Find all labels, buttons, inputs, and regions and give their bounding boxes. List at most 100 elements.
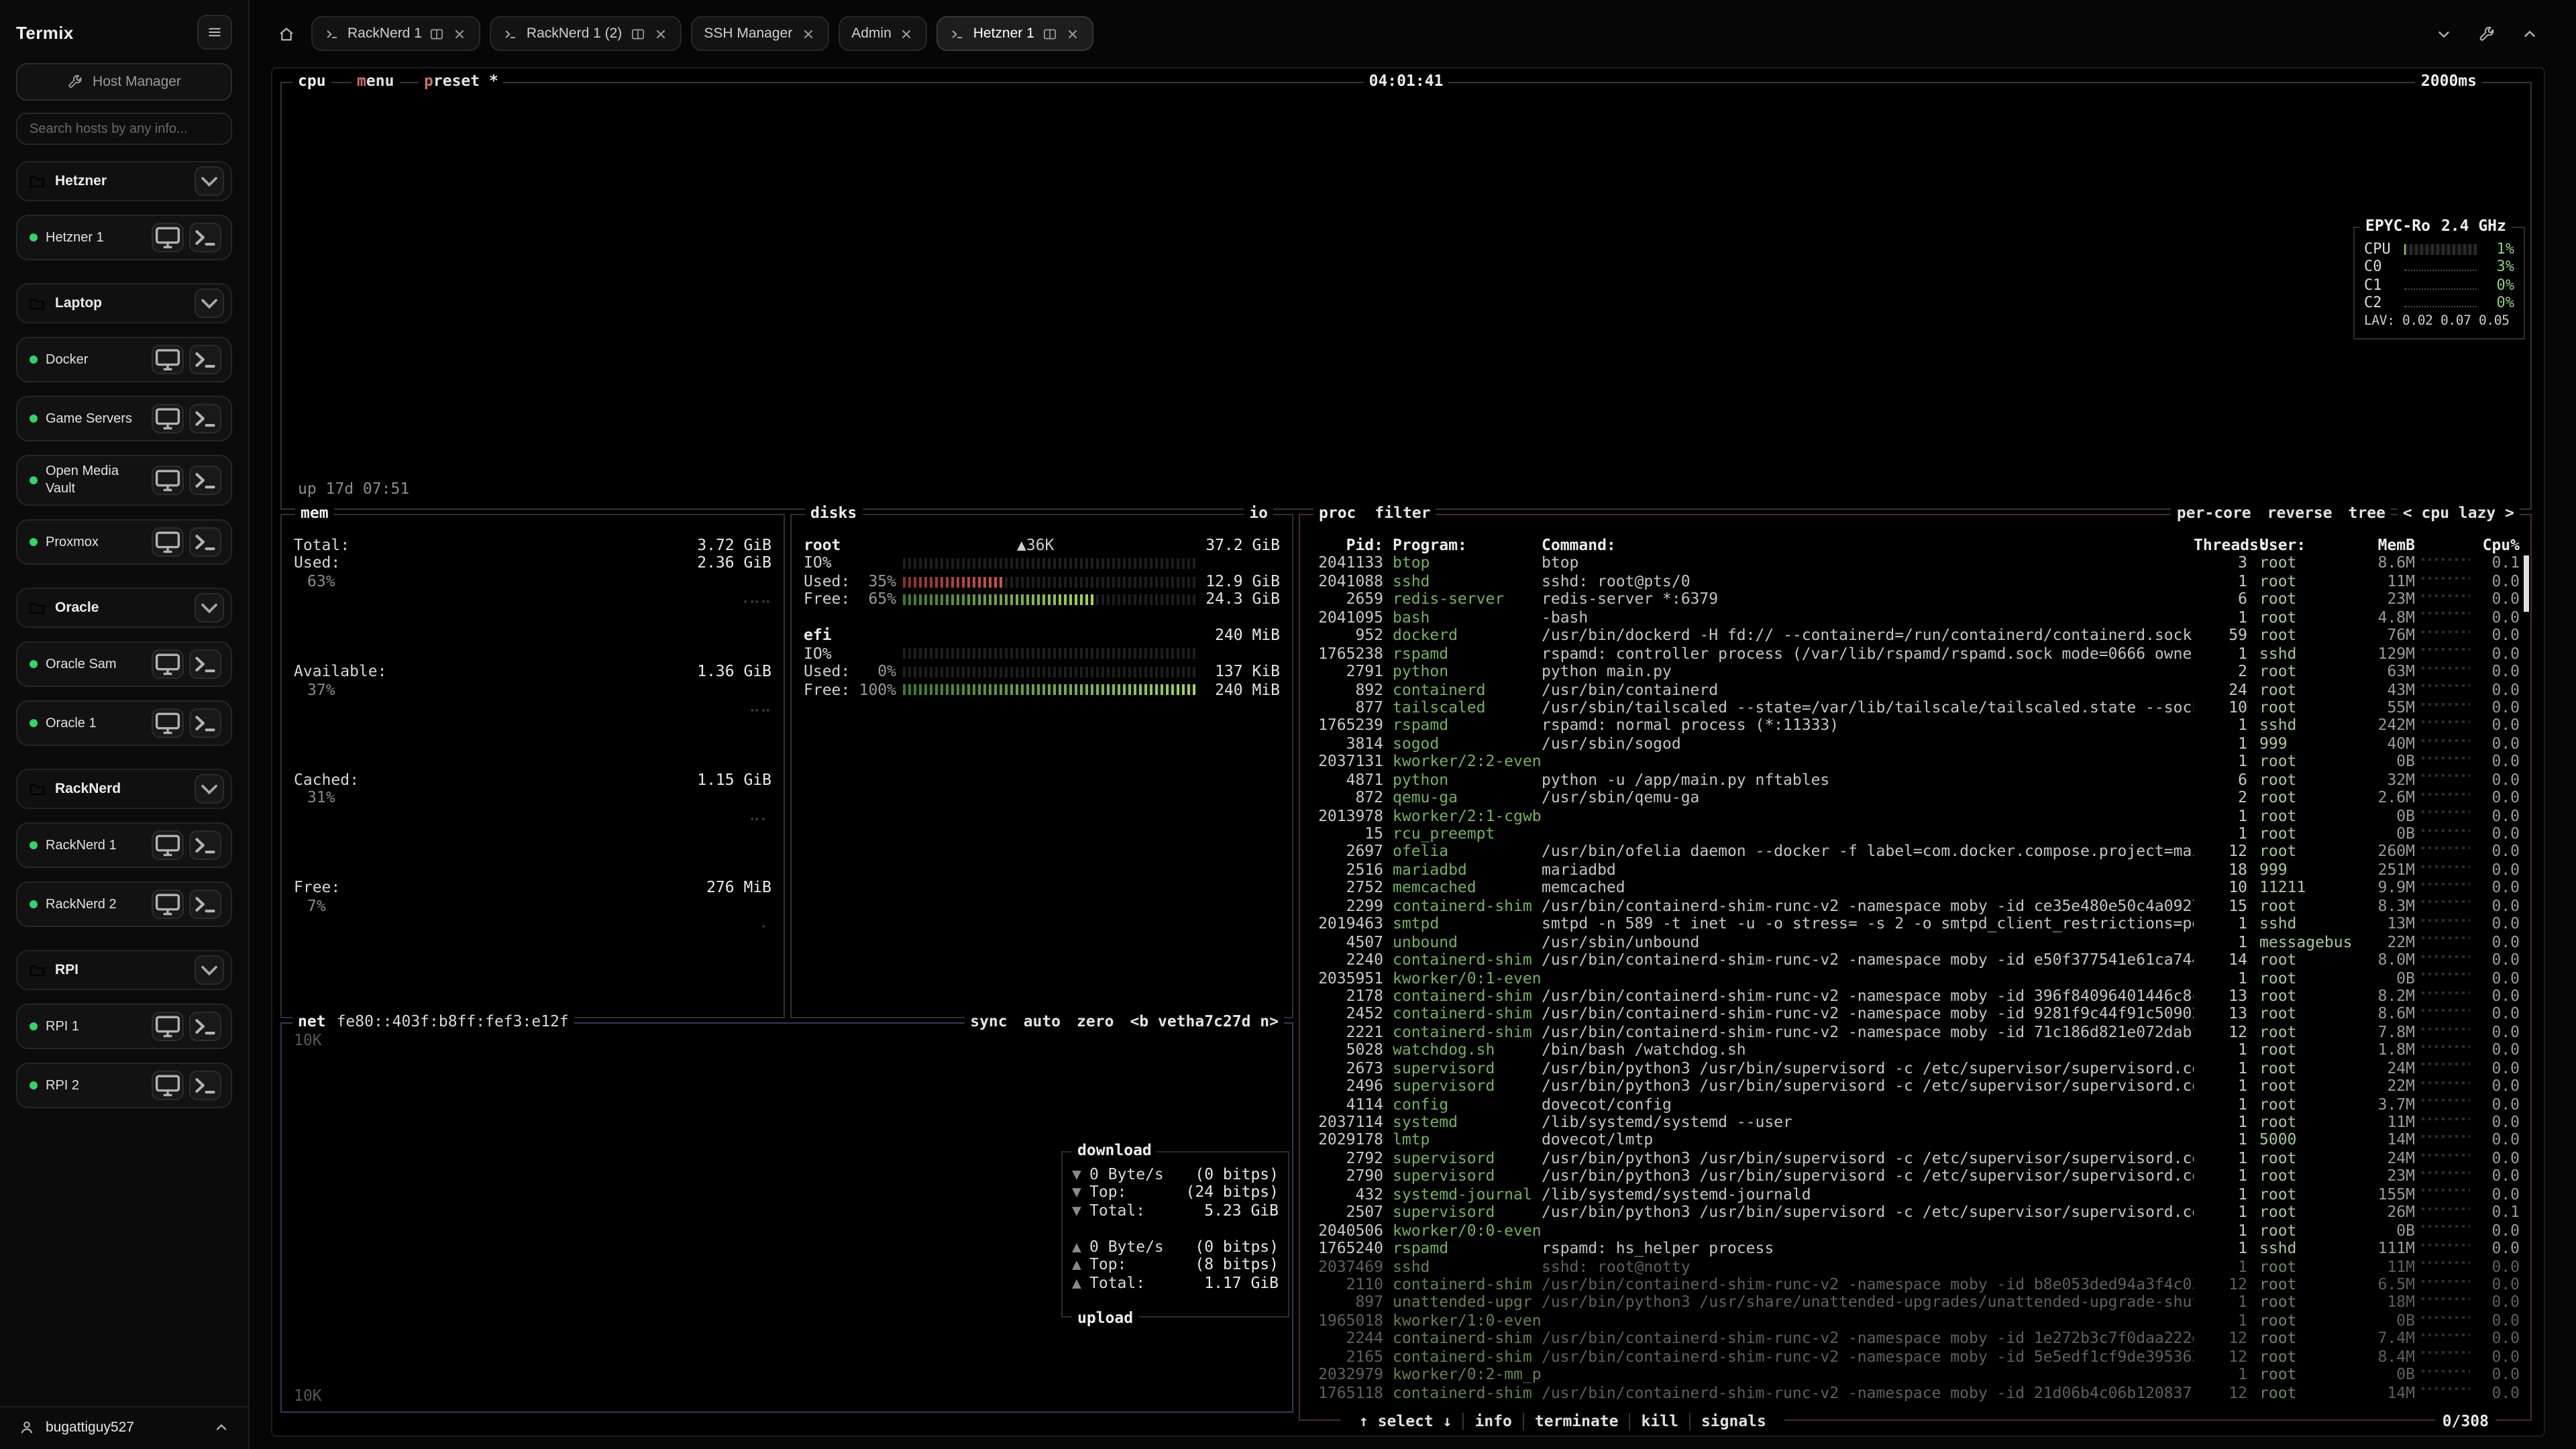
net-option-sync[interactable]: sync — [970, 1013, 1007, 1031]
footer-hint-kill[interactable]: kill — [1629, 1412, 1689, 1430]
host-item-racknerd-2[interactable]: RackNerd 2 — [16, 881, 232, 927]
tab-close-button[interactable] — [453, 26, 468, 41]
host-item-rpi-1[interactable]: RPI 1 — [16, 1004, 232, 1049]
group-header-hetzner[interactable]: Hetzner — [16, 161, 232, 201]
tab-ssh-manager[interactable]: SSH Manager — [690, 16, 828, 51]
host-item-oracle-sam[interactable]: Oracle Sam — [16, 641, 232, 687]
update-interval[interactable]: 2000ms — [2416, 72, 2482, 91]
menu-button[interactable]: menu — [357, 72, 394, 91]
preset-button[interactable]: preset * — [424, 72, 498, 91]
proc-scrollbar[interactable] — [2524, 555, 2529, 612]
tab-racknerd-1[interactable]: RackNerd 1 — [311, 16, 481, 51]
host-terminal-button[interactable] — [189, 708, 221, 738]
group-header-oracle[interactable]: Oracle — [16, 588, 232, 628]
process-row[interactable]: 872qemu-ga/usr/sbin/qemu-ga2root2.6M0.0 — [1300, 789, 2530, 807]
process-row[interactable]: 2791pythonpython main.py2root63M0.0 — [1300, 663, 2530, 681]
group-header-racknerd[interactable]: RackNerd — [16, 769, 232, 809]
host-terminal-button[interactable] — [189, 404, 221, 433]
process-row[interactable]: 2037114systemd/lib/systemd/systemd --use… — [1300, 1114, 2530, 1132]
terminal[interactable]: cpu menu preset * 04:01:41 2000ms up 17d… — [271, 67, 2545, 1437]
tab-close-button[interactable] — [1065, 26, 1080, 41]
host-view-button[interactable] — [152, 345, 184, 374]
disks-box-title[interactable]: disks — [810, 504, 857, 523]
process-row[interactable]: 432systemd-journal/lib/systemd/systemd-j… — [1300, 1186, 2530, 1204]
host-terminal-button[interactable] — [189, 345, 221, 374]
process-row[interactable]: 2240containerd-shim/usr/bin/containerd-s… — [1300, 951, 2530, 969]
process-row[interactable]: 2041095bash-bash1root4.8M0.0 — [1300, 609, 2530, 627]
net-option-zero[interactable]: zero — [1077, 1013, 1114, 1031]
host-terminal-button[interactable] — [189, 527, 221, 557]
group-collapse-button[interactable] — [195, 774, 224, 804]
host-terminal-button[interactable] — [189, 1071, 221, 1100]
proc-option-reverse[interactable]: reverse — [2267, 504, 2332, 523]
process-row[interactable]: 15rcu_preempt1root0B0.0 — [1300, 825, 2530, 843]
process-row[interactable]: 2752memcachedmemcached10112119.9M0.0 — [1300, 879, 2530, 898]
host-item-rpi-2[interactable]: RPI 2 — [16, 1063, 232, 1108]
net-box-title[interactable]: net — [298, 1013, 326, 1031]
process-row[interactable]: 2037131kworker/2:2-even1root0B0.0 — [1300, 753, 2530, 771]
host-view-button[interactable] — [152, 466, 184, 495]
host-terminal-button[interactable] — [189, 466, 221, 495]
footer-hint-select[interactable]: ↑ select ↓ — [1348, 1412, 1463, 1430]
process-row[interactable]: 2032979kworker/0:2-mm_p1root0B0.0 — [1300, 1366, 2530, 1384]
host-item-open-media-vault[interactable]: Open Media Vault — [16, 455, 232, 506]
split-view-button[interactable] — [1042, 26, 1057, 41]
process-row[interactable]: 892containerd/usr/bin/containerd24root43… — [1300, 681, 2530, 699]
tab-close-button[interactable] — [800, 26, 815, 41]
process-row[interactable]: 2792supervisord/usr/bin/python3 /usr/bin… — [1300, 1150, 2530, 1168]
io-mode-toggle[interactable]: io — [1249, 504, 1268, 523]
group-header-rpi[interactable]: RPI — [16, 950, 232, 990]
process-row[interactable]: 2659redis-serverredis-server *:63796root… — [1300, 591, 2530, 609]
process-row[interactable]: 2697ofelia/usr/bin/ofelia daemon --docke… — [1300, 843, 2530, 861]
user-footer[interactable]: bugattiguy527 — [0, 1406, 248, 1438]
process-row[interactable]: 2516mariadbdmariadbd18999251M0.0 — [1300, 861, 2530, 879]
host-view-button[interactable] — [152, 1012, 184, 1041]
group-header-laptop[interactable]: Laptop — [16, 283, 232, 323]
host-item-proxmox[interactable]: Proxmox — [16, 519, 232, 565]
tab-admin[interactable]: Admin — [838, 16, 928, 51]
process-row[interactable]: 2221containerd-shim/usr/bin/containerd-s… — [1300, 1024, 2530, 1042]
process-row[interactable]: 897unattended-upgr/usr/bin/python3 /usr/… — [1300, 1294, 2530, 1312]
process-row[interactable]: 4871pythonpython -u /app/main.py nftable… — [1300, 771, 2530, 789]
footer-hint-info[interactable]: info — [1463, 1412, 1523, 1430]
process-row[interactable]: 2452containerd-shim/usr/bin/containerd-s… — [1300, 1006, 2530, 1024]
tab-close-button[interactable] — [653, 26, 667, 41]
home-button[interactable] — [271, 19, 301, 48]
footer-hint-signals[interactable]: signals — [1689, 1412, 1777, 1430]
process-row[interactable]: 2110containerd-shim/usr/bin/containerd-s… — [1300, 1276, 2530, 1294]
process-row[interactable]: 1765239rspamdrspamd: normal process (*:1… — [1300, 717, 2530, 735]
net-interface-switcher[interactable]: <b vetha7c27d n> — [1130, 1013, 1279, 1031]
split-view-button[interactable] — [430, 26, 445, 41]
process-row[interactable]: 2673supervisord/usr/bin/python3 /usr/bin… — [1300, 1059, 2530, 1077]
host-manager-button[interactable]: Host Manager — [16, 63, 232, 101]
net-option-auto[interactable]: auto — [1024, 1013, 1061, 1031]
proc-box-title[interactable]: proc — [1319, 504, 1356, 523]
proc-option-per-core[interactable]: per-core — [2177, 504, 2251, 523]
process-row[interactable]: 2029178lmtpdovecot/lmtp1500014M0.0 — [1300, 1132, 2530, 1150]
host-view-button[interactable] — [152, 649, 184, 679]
host-view-button[interactable] — [152, 404, 184, 433]
process-row[interactable]: 4507unbound/usr/sbin/unbound1messagebus2… — [1300, 933, 2530, 951]
host-item-game-servers[interactable]: Game Servers — [16, 396, 232, 441]
footer-hint-terminate[interactable]: terminate — [1523, 1412, 1629, 1430]
group-collapse-button[interactable] — [195, 593, 224, 623]
host-item-hetzner-1[interactable]: Hetzner 1 — [16, 215, 232, 260]
process-row[interactable]: 2507supervisord/usr/bin/python3 /usr/bin… — [1300, 1203, 2530, 1222]
tab-close-button[interactable] — [900, 26, 914, 41]
process-row[interactable]: 2299containerd-shim/usr/bin/containerd-s… — [1300, 898, 2530, 916]
process-row[interactable]: 2244containerd-shim/usr/bin/containerd-s… — [1300, 1330, 2530, 1348]
process-row[interactable]: 3814sogod/usr/sbin/sogod199940M0.0 — [1300, 735, 2530, 753]
process-row[interactable]: 2178containerd-shim/usr/bin/containerd-s… — [1300, 987, 2530, 1006]
tools-button[interactable] — [2471, 19, 2501, 48]
process-row[interactable]: 5028watchdog.sh/bin/bash /watchdog.sh1ro… — [1300, 1042, 2530, 1060]
search-input[interactable] — [16, 113, 232, 145]
process-row[interactable]: 877tailscaled/usr/sbin/tailscaled --stat… — [1300, 699, 2530, 717]
process-row[interactable]: 4114configdovecot/config1root3.7M0.0 — [1300, 1095, 2530, 1114]
host-view-button[interactable] — [152, 890, 184, 919]
host-view-button[interactable] — [152, 708, 184, 738]
host-terminal-button[interactable] — [189, 1012, 221, 1041]
process-row[interactable]: 1765240rspamdrspamd: hs_helper process1s… — [1300, 1240, 2530, 1258]
filter-button[interactable]: filter — [1375, 504, 1430, 523]
host-terminal-button[interactable] — [189, 649, 221, 679]
chevron-up-icon[interactable] — [213, 1419, 229, 1436]
